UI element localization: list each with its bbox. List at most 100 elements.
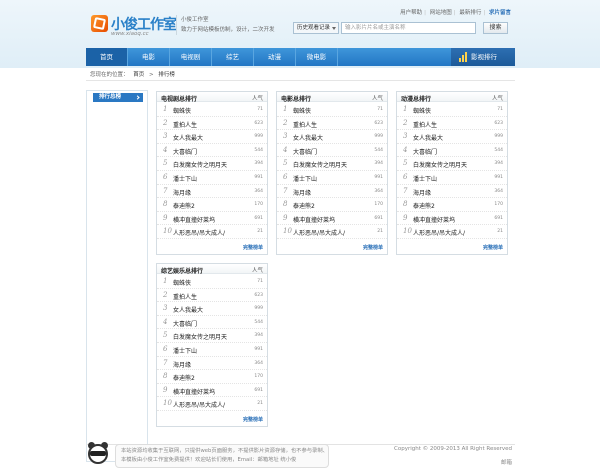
title-link[interactable]: 女人我最大 bbox=[173, 133, 203, 142]
title-link[interactable]: 泰迪熊2 bbox=[173, 201, 195, 210]
ranking-row[interactable]: 7 海月缘 364 bbox=[397, 185, 507, 199]
title-link[interactable]: 潘士下山 bbox=[293, 174, 317, 183]
title-link[interactable]: 蜘蛛侠 bbox=[293, 106, 311, 115]
ranking-row[interactable]: 8 泰迪熊2 170 bbox=[157, 198, 267, 212]
ranking-row[interactable]: 6 潘士下山 991 bbox=[157, 171, 267, 185]
ranking-row[interactable]: 1 蜘蛛侠 71 bbox=[157, 275, 267, 289]
site-logo[interactable]: 小俊工作室 www.xiaoq.cc bbox=[91, 14, 177, 40]
ranking-row[interactable]: 7 海月缘 364 bbox=[157, 357, 267, 371]
ranking-row[interactable]: 1 蜘蛛侠 71 bbox=[157, 103, 267, 117]
ranking-row[interactable]: 1 蜘蛛侠 71 bbox=[397, 103, 507, 117]
ranking-row[interactable]: 8 泰迪熊2 170 bbox=[157, 370, 267, 384]
ranking-row[interactable]: 2 重拍人生 623 bbox=[277, 117, 387, 131]
title-link[interactable]: 横冲直撞好莱坞 bbox=[173, 215, 215, 224]
title-link[interactable]: 蜘蛛侠 bbox=[413, 106, 431, 115]
ranking-row[interactable]: 2 重拍人生 623 bbox=[157, 289, 267, 303]
title-link[interactable]: 横冲直撞好莱坞 bbox=[173, 387, 215, 396]
ranking-row[interactable]: 3 女人我最大 999 bbox=[157, 130, 267, 144]
title-link[interactable]: 重拍人生 bbox=[173, 120, 197, 129]
full-list-link[interactable]: 完整榜单 bbox=[483, 244, 503, 251]
search-button[interactable]: 搜索 bbox=[483, 22, 508, 34]
nav-ranking-button[interactable]: 影视排行 bbox=[451, 48, 515, 66]
title-link[interactable]: 潘士下山 bbox=[173, 346, 197, 355]
nav-item-tv[interactable]: 电视剧 bbox=[170, 48, 212, 66]
search-input[interactable]: 输入影片片名或主演名称 bbox=[341, 22, 476, 34]
nav-item-anime[interactable]: 动漫 bbox=[254, 48, 296, 66]
ranking-row[interactable]: 9 横冲直撞好莱坞 691 bbox=[397, 212, 507, 226]
full-list-link[interactable]: 完整榜单 bbox=[243, 244, 263, 251]
title-link[interactable]: 海月缘 bbox=[173, 360, 191, 369]
title-link[interactable]: 蜘蛛侠 bbox=[173, 278, 191, 287]
title-link[interactable]: 横冲直撞好莱坞 bbox=[413, 215, 455, 224]
title-link[interactable]: 泰迪熊2 bbox=[413, 201, 435, 210]
latest-ranking-link[interactable]: 最新排行 bbox=[459, 10, 481, 16]
ranking-row[interactable]: 1 蜘蛛侠 71 bbox=[277, 103, 387, 117]
title-link[interactable]: 泰迪熊2 bbox=[293, 201, 315, 210]
title-link[interactable]: 大喜临门 bbox=[173, 319, 197, 328]
title-link[interactable]: 重拍人生 bbox=[173, 292, 197, 301]
ranking-row[interactable]: 10 人形恶吊/吊大成人/21 bbox=[157, 225, 267, 239]
ranking-row[interactable]: 4 大喜临门 544 bbox=[157, 316, 267, 330]
title-link[interactable]: 重拍人生 bbox=[293, 120, 317, 129]
sitemap-link[interactable]: 网站地图 bbox=[430, 10, 452, 16]
ranking-row[interactable]: 3 女人我最大 999 bbox=[397, 130, 507, 144]
nav-item-micro-film[interactable]: 微电影 bbox=[296, 48, 338, 66]
title-link[interactable]: 泰迪熊2 bbox=[173, 373, 195, 382]
title-link[interactable]: 人形恶吊/吊大成人/ bbox=[173, 400, 225, 409]
ranking-row[interactable]: 7 海月缘 364 bbox=[277, 185, 387, 199]
footer-mail-link[interactable]: 邮箱 bbox=[501, 458, 512, 466]
ranking-row[interactable]: 3 女人我最大 999 bbox=[277, 130, 387, 144]
title-link[interactable]: 重拍人生 bbox=[413, 120, 437, 129]
title-link[interactable]: 潘士下山 bbox=[173, 174, 197, 183]
ranking-row[interactable]: 10 人形恶吊/吊大成人/21 bbox=[157, 397, 267, 411]
title-link[interactable]: 蜘蛛侠 bbox=[173, 106, 191, 115]
ranking-row[interactable]: 6 潘士下山 991 bbox=[277, 171, 387, 185]
ranking-row[interactable]: 6 潘士下山 991 bbox=[157, 343, 267, 357]
title-link[interactable]: 人形恶吊/吊大成人/ bbox=[413, 228, 465, 237]
title-link[interactable]: 人形恶吊/吊大成人/ bbox=[293, 228, 345, 237]
title-link[interactable]: 女人我最大 bbox=[293, 133, 323, 142]
ranking-row[interactable]: 4 大喜临门 544 bbox=[397, 144, 507, 158]
nav-item-home[interactable]: 首页 bbox=[86, 48, 128, 66]
full-list-link[interactable]: 完整榜单 bbox=[363, 244, 383, 251]
ranking-row[interactable]: 8 泰迪熊2 170 bbox=[397, 198, 507, 212]
title-link[interactable]: 白发魔女传之明月天 bbox=[413, 160, 467, 169]
ranking-row[interactable]: 5 白发魔女传之明月天 394 bbox=[397, 157, 507, 171]
ranking-row[interactable]: 5 白发魔女传之明月天 394 bbox=[157, 329, 267, 343]
ranking-row[interactable]: 8 泰迪熊2 170 bbox=[277, 198, 387, 212]
title-link[interactable]: 海月缘 bbox=[293, 188, 311, 197]
history-select[interactable]: 历史观看记录 bbox=[293, 22, 339, 34]
ranking-row[interactable]: 5 白发魔女传之明月天 394 bbox=[277, 157, 387, 171]
title-link[interactable]: 女人我最大 bbox=[413, 133, 443, 142]
ranking-row[interactable]: 9 横冲直撞好莱坞 691 bbox=[157, 212, 267, 226]
nav-item-variety[interactable]: 综艺 bbox=[212, 48, 254, 66]
ranking-row[interactable]: 2 重拍人生 623 bbox=[157, 117, 267, 131]
title-link[interactable]: 横冲直撞好莱坞 bbox=[293, 215, 335, 224]
ranking-row[interactable]: 10 人形恶吊/吊大成人/21 bbox=[277, 225, 387, 239]
request-message-link[interactable]: 求片留言 bbox=[489, 10, 511, 16]
title-link[interactable]: 大喜临门 bbox=[413, 147, 437, 156]
ranking-row[interactable]: 7 海月缘 364 bbox=[157, 185, 267, 199]
ranking-row[interactable]: 2 重拍人生 623 bbox=[397, 117, 507, 131]
title-link[interactable]: 大喜临门 bbox=[173, 147, 197, 156]
title-link[interactable]: 白发魔女传之明月天 bbox=[173, 160, 227, 169]
ranking-row[interactable]: 9 横冲直撞好莱坞 691 bbox=[277, 212, 387, 226]
full-list-link[interactable]: 完整榜单 bbox=[243, 416, 263, 423]
nav-item-movies[interactable]: 电影 bbox=[128, 48, 170, 66]
title-link[interactable]: 女人我最大 bbox=[173, 305, 203, 314]
title-link[interactable]: 白发魔女传之明月天 bbox=[173, 332, 227, 341]
ranking-row[interactable]: 9 横冲直撞好莱坞 691 bbox=[157, 384, 267, 398]
ranking-row[interactable]: 4 大喜临门 544 bbox=[277, 144, 387, 158]
title-link[interactable]: 潘士下山 bbox=[413, 174, 437, 183]
title-link[interactable]: 海月缘 bbox=[413, 188, 431, 197]
ranking-row[interactable]: 5 白发魔女传之明月天 394 bbox=[157, 157, 267, 171]
sidebar-item-all-rankings[interactable]: 排行总榜 bbox=[93, 93, 143, 102]
title-link[interactable]: 人形恶吊/吊大成人/ bbox=[173, 228, 225, 237]
ranking-row[interactable]: 4 大喜临门 544 bbox=[157, 144, 267, 158]
title-link[interactable]: 海月缘 bbox=[173, 188, 191, 197]
title-link[interactable]: 大喜临门 bbox=[293, 147, 317, 156]
ranking-row[interactable]: 10 人形恶吊/吊大成人/21 bbox=[397, 225, 507, 239]
help-link[interactable]: 用户帮助 bbox=[400, 10, 422, 16]
ranking-row[interactable]: 6 潘士下山 991 bbox=[397, 171, 507, 185]
title-link[interactable]: 白发魔女传之明月天 bbox=[293, 160, 347, 169]
